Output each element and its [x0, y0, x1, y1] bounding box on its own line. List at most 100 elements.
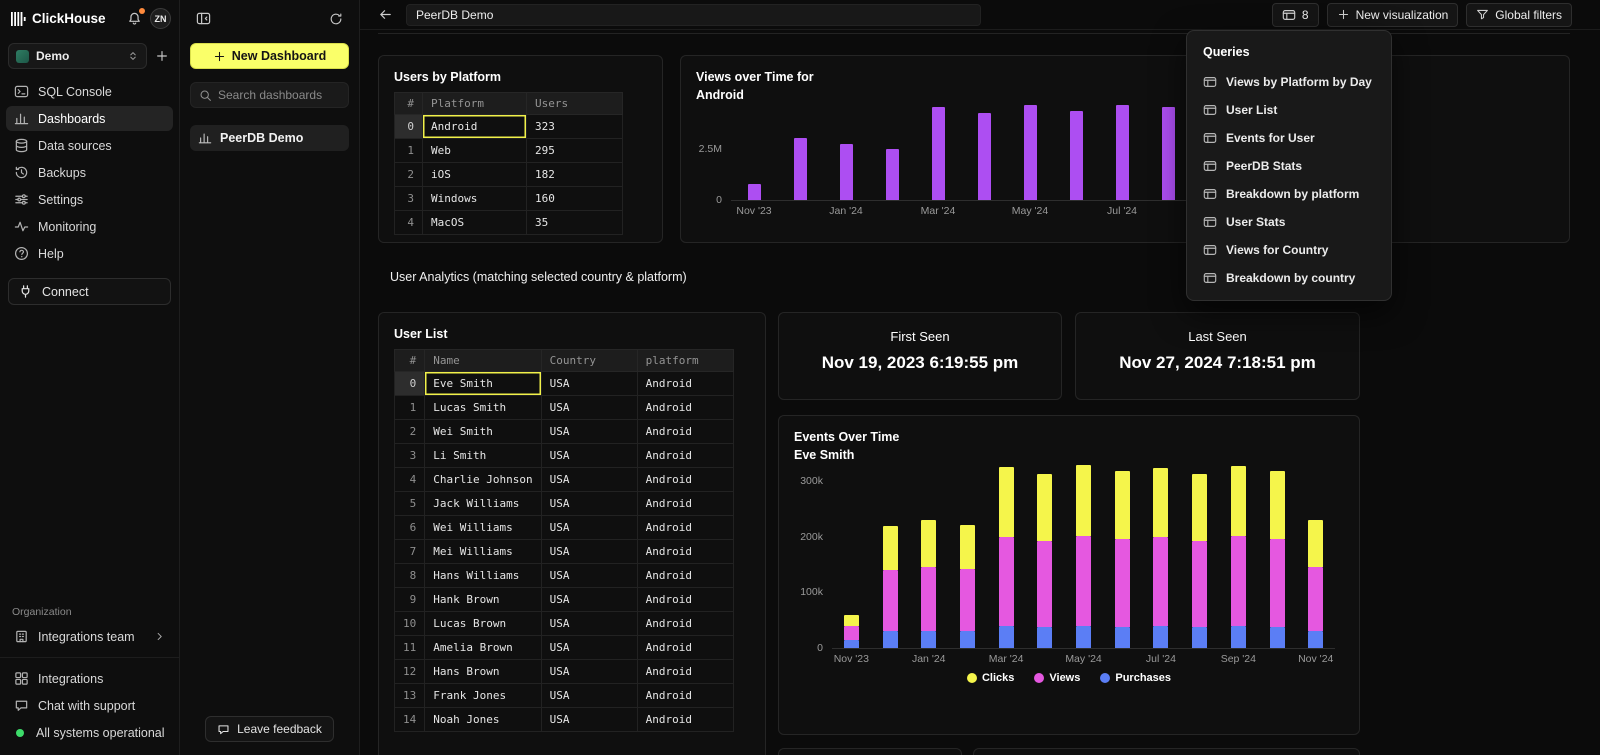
country-cell[interactable]: USA	[541, 708, 637, 732]
platform-cell[interactable]: Android	[637, 612, 733, 636]
name-cell[interactable]: Wei Smith	[425, 420, 541, 444]
platform-cell[interactable]: Android	[637, 708, 733, 732]
refresh-button[interactable]	[327, 10, 345, 28]
queries-menu-item[interactable]: Breakdown by platform	[1187, 180, 1391, 208]
name-cell[interactable]: Mei Williams	[425, 540, 541, 564]
country-cell[interactable]: USA	[541, 540, 637, 564]
platform-cell[interactable]: Android	[637, 444, 733, 468]
table-row[interactable]: 1 Lucas Smith USA Android	[395, 396, 734, 420]
sidebar-item-dashboards[interactable]: Dashboards	[6, 106, 173, 131]
queries-menu-item[interactable]: User List	[1187, 96, 1391, 124]
back-button[interactable]	[376, 5, 395, 24]
chart-bar[interactable]	[1153, 468, 1168, 648]
platform-cell[interactable]: Android	[637, 492, 733, 516]
table-row[interactable]: 7 Mei Williams USA Android	[395, 540, 734, 564]
row-index-cell[interactable]: 12	[395, 660, 425, 684]
country-cell[interactable]: USA	[541, 636, 637, 660]
table-row[interactable]: 2 iOS 182	[395, 163, 623, 187]
row-index-cell[interactable]: 0	[395, 372, 425, 396]
platform-cell[interactable]: Android	[637, 516, 733, 540]
table-row[interactable]: 3 Li Smith USA Android	[395, 444, 734, 468]
sidebar-item-settings[interactable]: Settings	[6, 187, 173, 212]
chart-bar[interactable]	[1076, 465, 1091, 648]
chart-bar[interactable]	[883, 526, 898, 648]
chart-bar[interactable]	[999, 467, 1014, 648]
users-cell[interactable]: 182	[527, 163, 623, 187]
country-cell[interactable]: USA	[541, 396, 637, 420]
table-row[interactable]: 12 Hans Brown USA Android	[395, 660, 734, 684]
row-index-cell[interactable]: 3	[395, 444, 425, 468]
row-index-cell[interactable]: 6	[395, 516, 425, 540]
row-index-cell[interactable]: 4	[395, 211, 423, 235]
chart-bar[interactable]	[978, 113, 991, 200]
country-cell[interactable]: USA	[541, 684, 637, 708]
dashboard-title-input[interactable]	[406, 4, 981, 26]
table-row[interactable]: 5 Jack Williams USA Android	[395, 492, 734, 516]
table-row[interactable]: 4 MacOS 35	[395, 211, 623, 235]
platform-cell[interactable]: Android	[637, 684, 733, 708]
country-cell[interactable]: USA	[541, 612, 637, 636]
row-index-cell[interactable]: 3	[395, 187, 423, 211]
table-row[interactable]: 11 Amelia Brown USA Android	[395, 636, 734, 660]
chart-bar[interactable]	[1308, 520, 1323, 648]
service-selector[interactable]: Demo	[8, 43, 147, 69]
chart-bar[interactable]	[1192, 474, 1207, 648]
row-index-cell[interactable]: 1	[395, 139, 423, 163]
chart-bar[interactable]	[1037, 474, 1052, 648]
queries-button[interactable]: 8	[1272, 3, 1319, 27]
sidebar-item-integrations[interactable]: Integrations	[6, 666, 173, 691]
table-row[interactable]: 4 Charlie Johnson USA Android	[395, 468, 734, 492]
platform-cell[interactable]: Android	[637, 564, 733, 588]
chart-bar[interactable]	[748, 184, 761, 200]
chart-bar[interactable]	[1231, 466, 1246, 648]
platform-cell[interactable]: Android	[637, 468, 733, 492]
table-row[interactable]: 0 Eve Smith USA Android	[395, 372, 734, 396]
global-filters-button[interactable]: Global filters	[1466, 3, 1572, 27]
platform-cell[interactable]: Android	[637, 420, 733, 444]
table-row[interactable]: 0 Android 323	[395, 115, 623, 139]
queries-menu-item[interactable]: Events for User	[1187, 124, 1391, 152]
chart-bar[interactable]	[844, 615, 859, 648]
name-cell[interactable]: Frank Jones	[425, 684, 541, 708]
row-index-cell[interactable]: 11	[395, 636, 425, 660]
table-row[interactable]: 2 Wei Smith USA Android	[395, 420, 734, 444]
notifications-button[interactable]	[125, 9, 144, 28]
queries-menu-item[interactable]: PeerDB Stats	[1187, 152, 1391, 180]
name-cell[interactable]: Amelia Brown	[425, 636, 541, 660]
name-cell[interactable]: Li Smith	[425, 444, 541, 468]
sidebar-item-integrations-team[interactable]: Integrations team	[6, 624, 173, 649]
dashboard-list-item[interactable]: PeerDB Demo	[190, 125, 349, 151]
legend-item[interactable]: Views	[1034, 672, 1080, 684]
name-cell[interactable]: Wei Williams	[425, 516, 541, 540]
sidebar-item-monitoring[interactable]: Monitoring	[6, 214, 173, 239]
platform-cell[interactable]: Android	[423, 115, 527, 139]
chart-bar[interactable]	[794, 138, 807, 200]
connect-button[interactable]: Connect	[8, 278, 171, 305]
chart-bar[interactable]	[886, 149, 899, 201]
country-cell[interactable]: USA	[541, 660, 637, 684]
sidebar-item-backups[interactable]: Backups	[6, 160, 173, 185]
row-index-cell[interactable]: 7	[395, 540, 425, 564]
table-row[interactable]: 3 Windows 160	[395, 187, 623, 211]
avatar[interactable]: ZN	[150, 8, 171, 29]
users-cell[interactable]: 35	[527, 211, 623, 235]
country-cell[interactable]: USA	[541, 492, 637, 516]
row-index-cell[interactable]: 1	[395, 396, 425, 420]
chart-bar[interactable]	[960, 525, 975, 648]
chart-bar[interactable]	[1024, 105, 1037, 200]
row-index-cell[interactable]: 2	[395, 420, 425, 444]
new-visualization-button[interactable]: New visualization	[1327, 3, 1459, 27]
chart-bar[interactable]	[1070, 111, 1083, 200]
row-index-cell[interactable]: 10	[395, 612, 425, 636]
platform-cell[interactable]: Windows	[423, 187, 527, 211]
search-input[interactable]	[218, 88, 328, 102]
platform-cell[interactable]: iOS	[423, 163, 527, 187]
name-cell[interactable]: Noah Jones	[425, 708, 541, 732]
country-cell[interactable]: USA	[541, 516, 637, 540]
name-cell[interactable]: Hans Williams	[425, 564, 541, 588]
country-cell[interactable]: USA	[541, 588, 637, 612]
table-row[interactable]: 9 Hank Brown USA Android	[395, 588, 734, 612]
chart-bar[interactable]	[932, 107, 945, 200]
queries-menu-item[interactable]: Breakdown by country	[1187, 264, 1391, 292]
row-index-cell[interactable]: 4	[395, 468, 425, 492]
